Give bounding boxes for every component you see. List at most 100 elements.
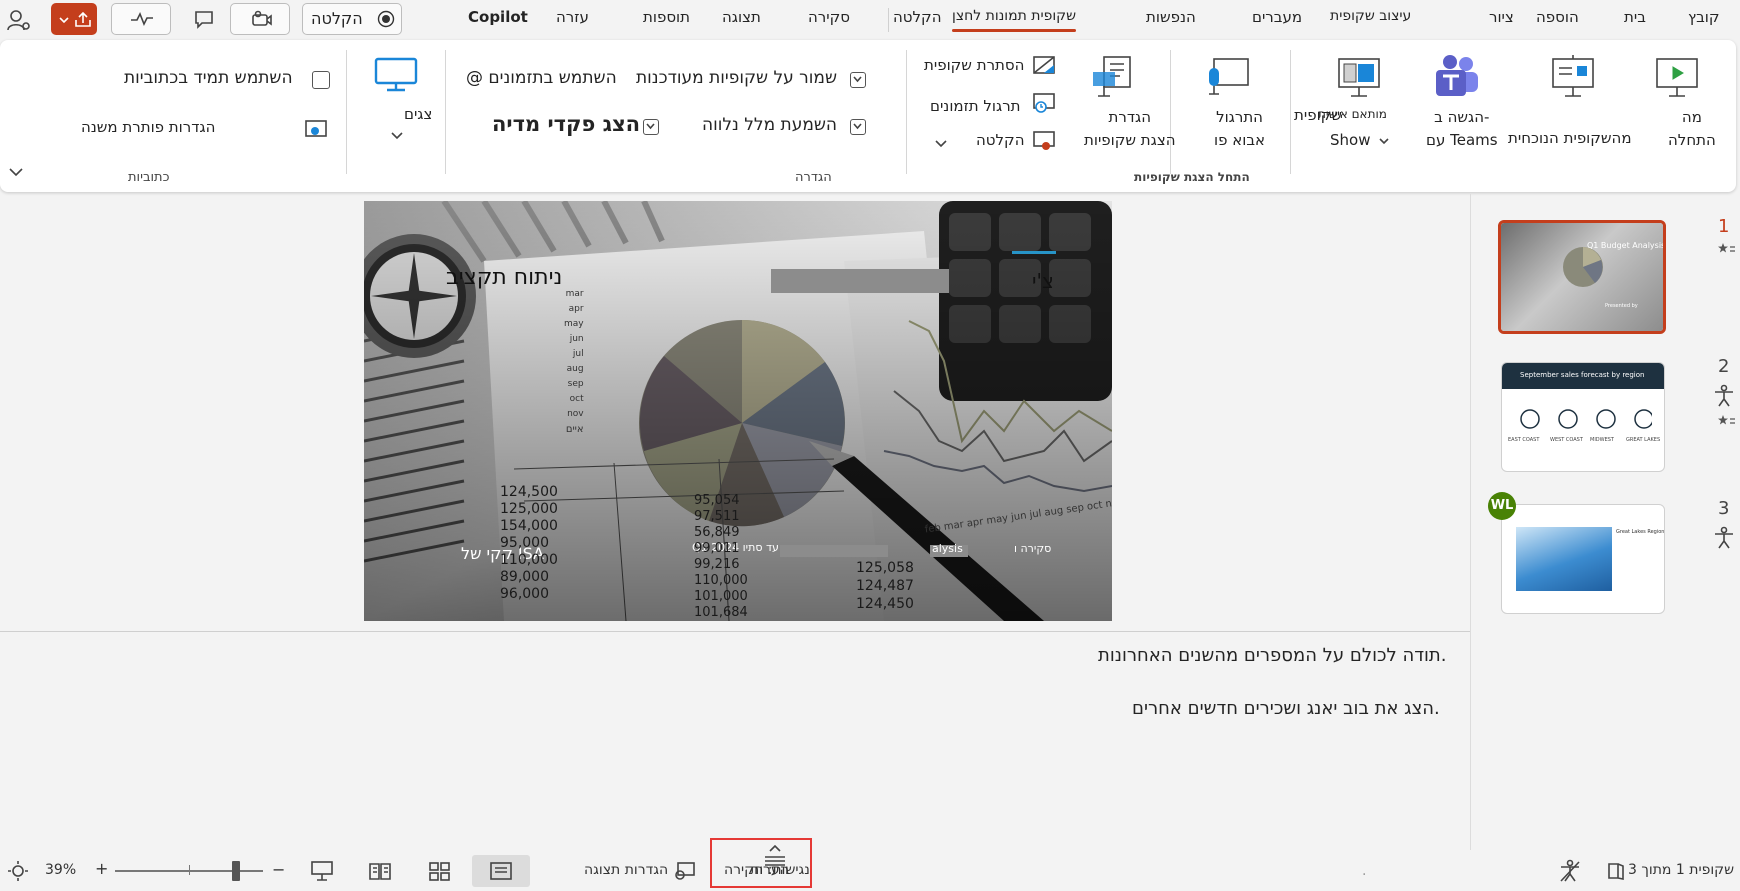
reading-view-icon[interactable] (368, 861, 392, 881)
chevron-down-icon (1379, 137, 1389, 144)
tab-review[interactable]: סקירה (808, 8, 850, 26)
tab-insert[interactable]: הוספה (1536, 8, 1579, 26)
rehearse-button[interactable]: התרגול אבוא פו (1214, 106, 1265, 152)
chevron-down-icon[interactable] (935, 140, 947, 148)
slide-thumbnail-2[interactable]: September sales forecast by region EAST … (1501, 362, 1665, 472)
accessibility-icon (1715, 384, 1733, 407)
camera-button[interactable] (230, 3, 290, 35)
slide-top-label[interactable]: צ'י (1032, 269, 1054, 293)
from-beginning-label-1: מה (1681, 108, 1702, 126)
legend-item: jul (572, 349, 584, 359)
slide-number: 2 (1718, 356, 1730, 377)
slideshow-view-icon[interactable] (310, 860, 334, 882)
from-beginning-label-2: התחלה (1668, 131, 1716, 149)
custom-show-label-2: Show (1330, 131, 1371, 149)
present-in-teams-button[interactable]: הגשה ב- עם Teams (1426, 106, 1498, 152)
fit-slide-icon[interactable] (6, 860, 30, 882)
chevron-down-icon[interactable] (391, 132, 403, 140)
subtitle-settings-button[interactable]: הגדרות פותרת משנה (81, 118, 215, 136)
figures-column-left: 124,500 125,000 154,000 95,000 110,000 8… (500, 484, 558, 603)
zoom-in-button[interactable]: + (95, 859, 108, 878)
always-subtitles-label: השתמש תמיד בכתוביות (124, 68, 293, 88)
slide-title[interactable]: ניתוח תקציב (446, 265, 562, 290)
notes-pane[interactable]: תודה לכולם על המספרים מהשנים האחרונות. ה… (0, 632, 1470, 850)
ribbon-divider (1290, 50, 1291, 174)
legend-item: jun (569, 334, 584, 344)
subtitle-settings-icon (305, 120, 327, 137)
figure-value: 124,500 (500, 484, 558, 500)
thumb-1-pie (1563, 247, 1603, 287)
teams-icon (1436, 55, 1478, 96)
show-media-label: הצג פקדי מדיה (492, 112, 641, 136)
chevron-down-icon (853, 123, 862, 130)
figures-column-mid: 95,054 97,511 56,849 99,011 99,216 110,0… (694, 493, 748, 621)
ribbon: מה התחלה מהשקופית הנוכחית הגשה ב- עם Tea… (0, 40, 1736, 192)
figure-value: 154,000 (500, 518, 558, 534)
slide-sorter-icon[interactable] (428, 861, 452, 881)
tab-copilot[interactable]: Copilot (468, 8, 528, 26)
tab-help[interactable]: עזרה (556, 8, 589, 26)
group-label-start-show: התחל הצגת שקופיות (1134, 170, 1250, 184)
normal-view-button[interactable] (472, 855, 530, 887)
coauthor-avatar[interactable]: WL (1488, 492, 1516, 520)
thumb-2-label: EAST COAST (1508, 437, 1540, 443)
notes-status-label: הערות (750, 862, 789, 878)
figure-value: 125,000 (500, 501, 558, 517)
tab-divider (888, 8, 889, 32)
slide-count[interactable]: שקופית 1 מתוך 3 (1628, 862, 1734, 878)
slide-analysis-text[interactable]: alysis (932, 542, 963, 555)
activity-icon (131, 12, 153, 26)
share-button[interactable] (51, 3, 97, 35)
record-button[interactable]: הקלטה (302, 3, 402, 35)
hide-slide-button[interactable]: הסתרת שקופית (924, 56, 1024, 74)
display-settings-icon (675, 862, 695, 880)
rehearse-timings-icon (1033, 93, 1055, 113)
group-label-setup: הגדרה (795, 170, 832, 185)
slide-thumbnail-1[interactable]: Q1 Budget Analysis Presented by (1498, 220, 1666, 334)
legend-item: apr (568, 304, 584, 314)
tab-record[interactable]: הקלטה (893, 8, 942, 26)
thumb-1-title: Q1 Budget Analysis (1587, 241, 1666, 250)
tab-addins[interactable]: תוספות (643, 8, 690, 26)
person-settings-icon[interactable] (6, 8, 32, 32)
ribbon-divider (906, 50, 907, 174)
always-subtitles-checkbox[interactable] (312, 71, 330, 89)
custom-show-label-1: שקופית (1294, 106, 1342, 124)
figure-value: 99,011 (694, 541, 740, 556)
play-narration-label: השמעת מלל נלווה (702, 115, 838, 135)
from-beginning-button[interactable]: מה התחלה (1668, 106, 1716, 152)
setup-show-button[interactable]: הגדרת הצגת שקופיות (1084, 106, 1176, 152)
tab-draw[interactable]: ציור (1489, 8, 1514, 26)
tab-design[interactable]: עיצוב שקופית (1330, 8, 1411, 24)
custom-show-button[interactable]: Show (1330, 131, 1389, 149)
keep-updated-checkbox[interactable] (850, 72, 866, 88)
slide-number: 1 (1718, 216, 1730, 237)
tab-file[interactable]: קובץ (1688, 8, 1720, 26)
tab-slideshow[interactable]: שקופית תמונות לחצן (952, 8, 1077, 32)
zoom-level[interactable]: 39% (45, 862, 76, 878)
show-media-checkbox[interactable] (643, 119, 659, 135)
slide-thumbnail-3[interactable]: Great Lakes Region (1501, 504, 1665, 614)
accessibility-icon[interactable] (1558, 859, 1582, 883)
slide-canvas[interactable]: ניתוח תקציב צ'י קקי של ISA Q1 2024 עד סת… (364, 201, 1112, 621)
custom-show-icon (1338, 58, 1380, 97)
tab-animations[interactable]: הנפשות (1146, 8, 1196, 26)
comments-button[interactable] (186, 3, 222, 35)
use-timings-label[interactable]: @ השתמש בתזמונים (466, 68, 617, 88)
activity-button[interactable] (111, 3, 171, 35)
status-dot: . (1362, 863, 1367, 879)
record-small-button[interactable]: הקלטה (976, 131, 1025, 149)
rehearse-timings-button[interactable]: תרגול תזמונים (930, 97, 1021, 115)
zoom-out-button[interactable]: − (272, 860, 285, 879)
accessibility-icon (1715, 526, 1733, 549)
from-current-button[interactable]: מהשקופית הנוכחית (1508, 129, 1632, 147)
slide-review-text[interactable]: סקירה ו (1014, 542, 1051, 555)
zoom-slider-thumb[interactable] (232, 861, 240, 881)
play-narration-checkbox[interactable] (850, 119, 866, 135)
tab-home[interactable]: בית (1624, 8, 1646, 26)
collapse-ribbon-icon[interactable] (8, 167, 24, 177)
tab-transitions[interactable]: מעברים (1252, 8, 1302, 26)
monitors-label: צגים (404, 105, 433, 123)
display-settings-button[interactable]: הגדרות תצוגה (584, 862, 668, 878)
tab-view[interactable]: תצוגה (722, 8, 761, 26)
